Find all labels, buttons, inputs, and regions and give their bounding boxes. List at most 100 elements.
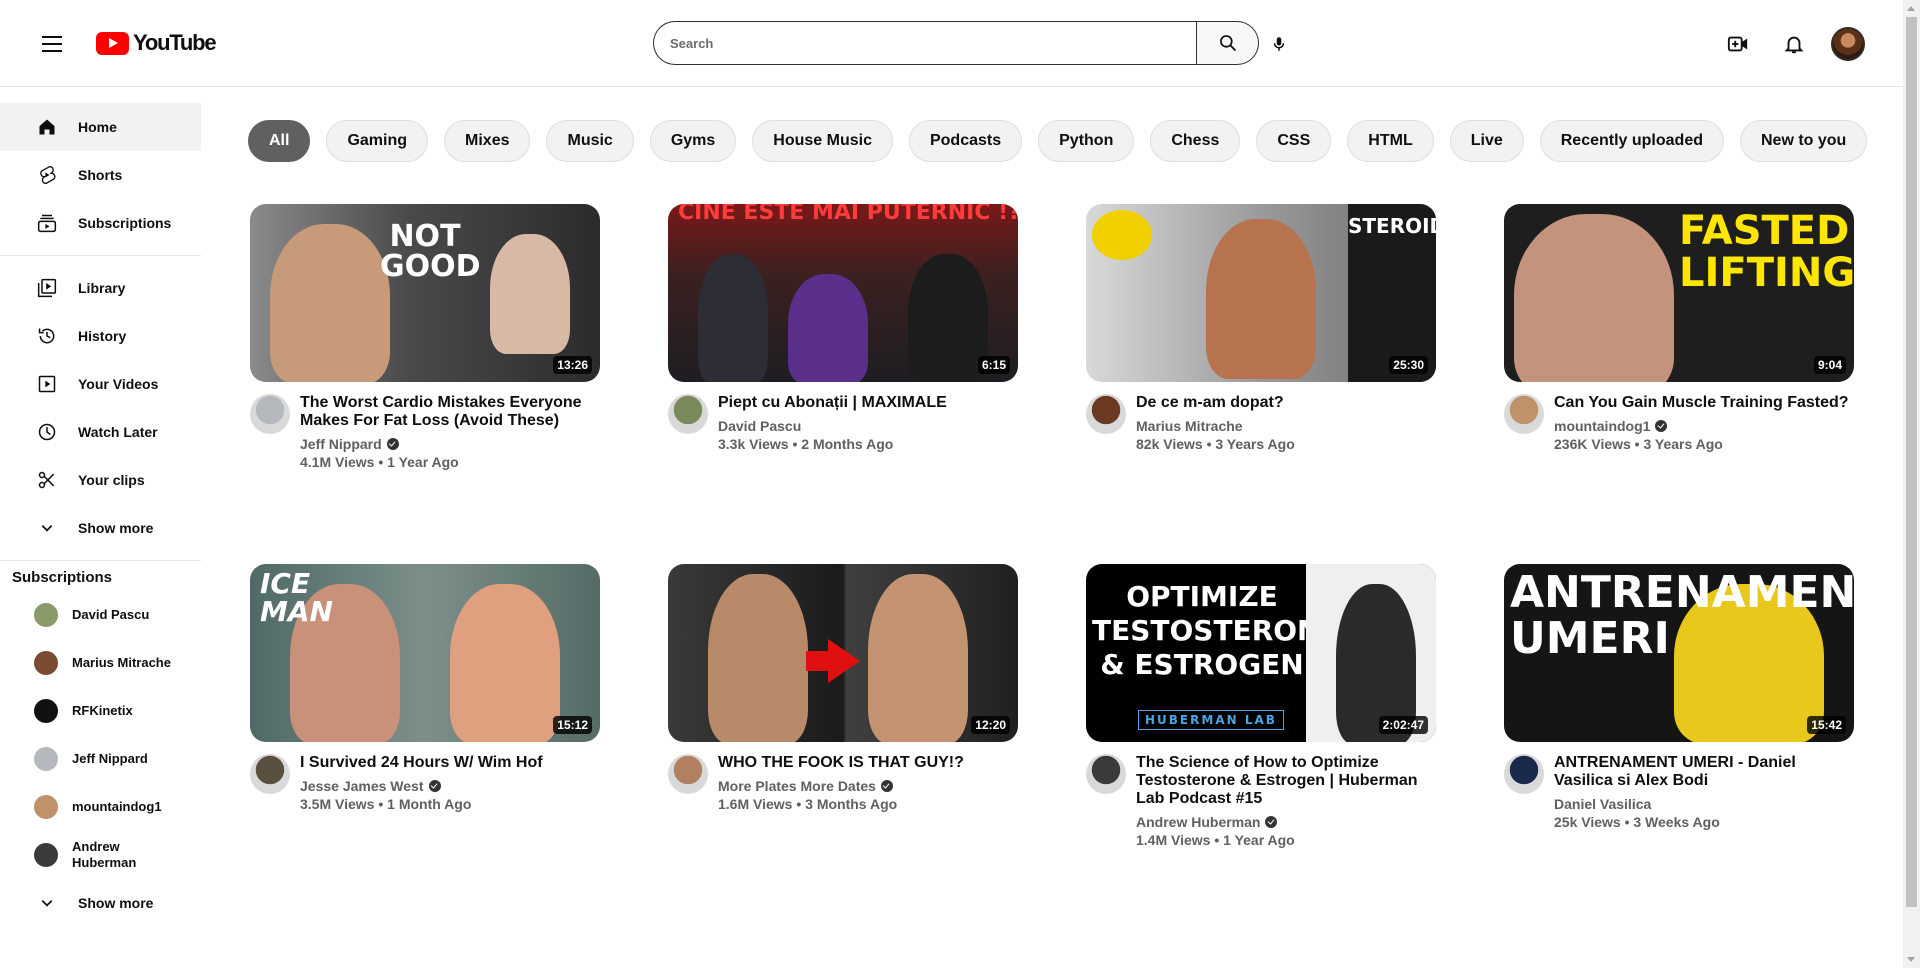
channel-avatar[interactable]: [668, 394, 708, 434]
upload-age: 1 Month Ago: [387, 796, 472, 812]
video-thumbnail[interactable]: NOT GOOD 13:26: [250, 204, 600, 382]
view-count: 1.4M Views: [1136, 832, 1211, 848]
video-title[interactable]: The Science of How to Optimize Testoster…: [1136, 754, 1436, 808]
filter-chip[interactable]: All: [248, 120, 311, 162]
video-card[interactable]: FASTED LIFTING 9:04 Can You Gain Muscle Tr…: [1504, 204, 1854, 564]
channel-avatar[interactable]: [1504, 754, 1544, 794]
scroll-up-arrow[interactable]: [1907, 6, 1915, 11]
channel-name-row[interactable]: More Plates More Dates: [718, 778, 1018, 794]
filter-chip[interactable]: Music: [546, 120, 634, 162]
channel-avatar[interactable]: [1086, 754, 1126, 794]
video-meta: The Worst Cardio Mistakes Everyone Makes…: [250, 394, 600, 470]
youtube-logo[interactable]: YouTube: [96, 30, 217, 56]
channel-name-row[interactable]: David Pascu: [718, 418, 1018, 434]
video-meta: The Science of How to Optimize Testoster…: [1086, 754, 1436, 848]
video-thumbnail[interactable]: ANTRENAMENT UMERI 15:42: [1504, 564, 1854, 742]
voice-search-button[interactable]: [1263, 28, 1295, 60]
upload-age: 3 Months Ago: [805, 796, 898, 812]
sidebar-item-shorts[interactable]: Shorts: [0, 151, 201, 199]
video-title[interactable]: Piept cu Abonații | MAXIMALE: [718, 394, 1018, 412]
video-card[interactable]: NOT GOOD 13:26 The Worst Cardio Mistakes E…: [250, 204, 600, 564]
filter-chip[interactable]: Live: [1449, 120, 1524, 162]
menu-icon[interactable]: [36, 30, 68, 58]
account-avatar[interactable]: [1831, 27, 1865, 61]
channel-name-row[interactable]: Marius Mitrache: [1136, 418, 1436, 434]
filter-chip[interactable]: Chess: [1150, 120, 1241, 162]
video-thumbnail[interactable]: FASTED LIFTING 9:04: [1504, 204, 1854, 382]
channel-name-row[interactable]: Andrew Huberman: [1136, 814, 1436, 830]
notifications-button[interactable]: [1778, 28, 1810, 60]
video-card[interactable]: ICE MAN 15:12 I Survived 24 Hours W/ Wim H…: [250, 564, 600, 924]
filter-chip[interactable]: Gyms: [649, 120, 737, 162]
bell-icon: [1784, 36, 1804, 54]
channel-avatar[interactable]: [668, 754, 708, 794]
sidebar-item-your-videos[interactable]: Your Videos: [0, 360, 201, 408]
video-thumbnail[interactable]: 12:20: [668, 564, 1018, 742]
sidebar-item-watch-later[interactable]: Watch Later: [0, 408, 201, 456]
filter-chip[interactable]: Gaming: [326, 120, 429, 162]
video-title[interactable]: ANTRENAMENT UMERI - Daniel Vasilica si A…: [1554, 754, 1854, 790]
channel-name-row[interactable]: Jeff Nippard: [300, 436, 600, 452]
sidebar-item-subscriptions[interactable]: Subscriptions: [0, 199, 201, 247]
subscription-item[interactable]: Marius Mitrache: [0, 639, 201, 687]
channel-avatar[interactable]: [1086, 394, 1126, 434]
filter-chip[interactable]: CSS: [1256, 120, 1332, 162]
your-videos-icon: [36, 373, 58, 395]
channel-name-row[interactable]: Jesse James West: [300, 778, 600, 794]
subscription-item[interactable]: David Pascu: [0, 591, 201, 639]
upload-age: 3 Weeks Ago: [1633, 814, 1720, 830]
filter-chip[interactable]: HTML: [1347, 120, 1434, 162]
channel-avatar[interactable]: [250, 754, 290, 794]
scroll-down-arrow[interactable]: [1907, 957, 1915, 962]
separator-dot: •: [1630, 436, 1644, 452]
video-card[interactable]: CINE ESTE MAI PUTERNIC !? 6:15 Piept cu Ab…: [668, 204, 1018, 564]
sidebar-show-more[interactable]: Show more: [0, 504, 201, 552]
filter-chip[interactable]: House Music: [752, 120, 893, 162]
subscription-item[interactable]: Jeff Nippard: [0, 735, 201, 783]
subscription-item[interactable]: Andrew Huberman: [0, 831, 201, 879]
video-title[interactable]: De ce m-am dopat?: [1136, 394, 1436, 412]
filter-chip[interactable]: New to you: [1739, 120, 1868, 162]
filter-chip[interactable]: Mixes: [444, 120, 531, 162]
subscriptions-show-more[interactable]: Show more: [0, 879, 201, 927]
video-thumbnail[interactable]: CINE ESTE MAI PUTERNIC !? 6:15: [668, 204, 1018, 382]
channel-avatar: [34, 843, 58, 867]
video-title[interactable]: I Survived 24 Hours W/ Wim Hof: [300, 754, 600, 772]
search-button[interactable]: [1196, 21, 1259, 65]
sidebar-item-home[interactable]: Home: [0, 103, 201, 151]
channel-name-row[interactable]: mountaindog1: [1554, 418, 1854, 434]
video-card[interactable]: 12:20 WHO THE FOOK IS THAT GUY!? More Plat…: [668, 564, 1018, 924]
sidebar-item-your-clips[interactable]: Your clips: [0, 456, 201, 504]
scrollbar-thumb[interactable]: [1906, 17, 1917, 907]
video-title[interactable]: Can You Gain Muscle Training Fasted?: [1554, 394, 1854, 412]
channel-avatar[interactable]: [250, 394, 290, 434]
video-meta: Piept cu Abonații | MAXIMALE David Pascu 3…: [668, 394, 1018, 452]
channel-avatar[interactable]: [1504, 394, 1544, 434]
video-card[interactable]: OPTIMIZE TESTOSTERONE & ESTROGEN HUBERMAN…: [1086, 564, 1436, 924]
page-scrollbar[interactable]: [1903, 0, 1920, 968]
channel-name: More Plates More Dates: [718, 778, 876, 794]
filter-chip[interactable]: Python: [1038, 120, 1135, 162]
video-title[interactable]: WHO THE FOOK IS THAT GUY!?: [718, 754, 1018, 772]
channel-name-row[interactable]: Daniel Vasilica: [1554, 796, 1854, 812]
subscription-item[interactable]: mountaindog1: [0, 783, 201, 831]
filter-chip[interactable]: Podcasts: [908, 120, 1023, 162]
filter-chip[interactable]: Recently uploaded: [1539, 120, 1724, 162]
scissors-icon: [36, 469, 58, 491]
video-card[interactable]: STEROIDS 25:30 De ce m-am dopat? Marius Mit…: [1086, 204, 1436, 564]
video-thumbnail[interactable]: STEROIDS 25:30: [1086, 204, 1436, 382]
sidebar-item-library[interactable]: Library: [0, 264, 201, 312]
sidebar-divider: [0, 255, 201, 256]
video-title[interactable]: The Worst Cardio Mistakes Everyone Makes…: [300, 394, 600, 430]
chevron-down-icon: [36, 517, 58, 539]
history-icon: [36, 325, 58, 347]
subscription-item[interactable]: RFKinetix: [0, 687, 201, 735]
video-card[interactable]: ANTRENAMENT UMERI 15:42 ANTRENAMENT UMERI …: [1504, 564, 1854, 924]
separator-dot: •: [1620, 814, 1634, 830]
search-input[interactable]: [653, 21, 1196, 65]
video-stats: 1.6M Views • 3 Months Ago: [718, 796, 1018, 812]
sidebar-item-history[interactable]: History: [0, 312, 201, 360]
video-thumbnail[interactable]: OPTIMIZE TESTOSTERONE & ESTROGEN HUBERMAN…: [1086, 564, 1436, 742]
create-button[interactable]: [1722, 28, 1754, 60]
video-thumbnail[interactable]: ICE MAN 15:12: [250, 564, 600, 742]
